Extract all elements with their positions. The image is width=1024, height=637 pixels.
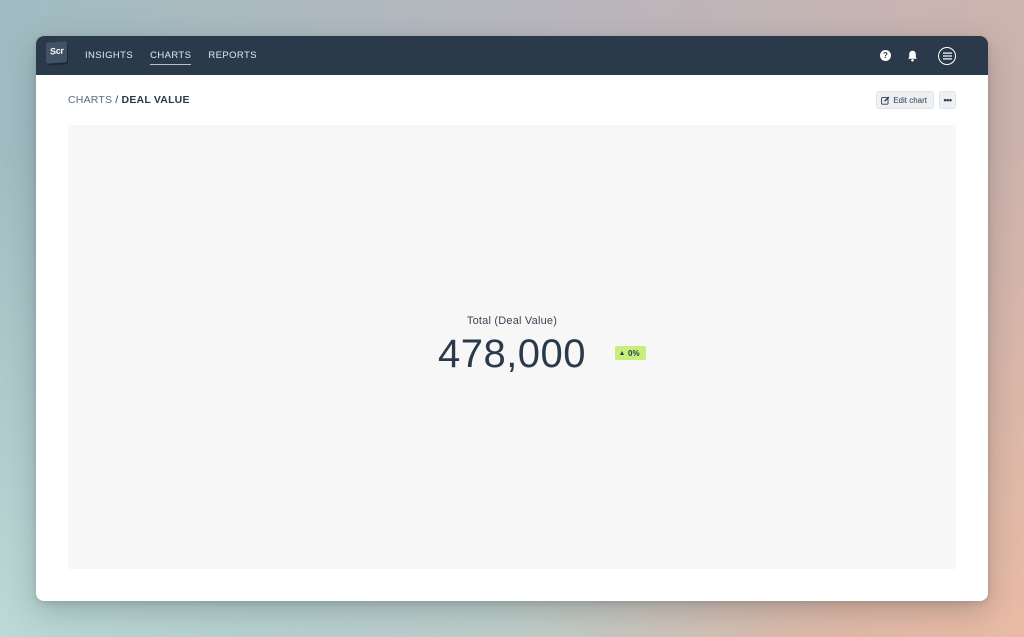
nav-links: INSIGHTS CHARTS REPORTS xyxy=(85,36,274,75)
app-logo-text: Scr xyxy=(50,45,64,57)
arrow-up-icon xyxy=(620,351,624,355)
page-header: CHARTS / DEAL VALUE Edit chart ••• xyxy=(68,91,956,111)
kpi-value: 478,000 xyxy=(437,332,587,376)
breadcrumb-parent-link[interactable]: CHARTS xyxy=(68,94,112,106)
more-options-icon: ••• xyxy=(943,95,952,105)
kpi-change-badge: 0% xyxy=(615,346,646,360)
app-window: Scr INSIGHTS CHARTS REPORTS ? CHARTS / D… xyxy=(36,36,988,601)
breadcrumb: CHARTS / DEAL VALUE xyxy=(68,94,190,106)
nav-item-charts[interactable]: CHARTS xyxy=(150,46,192,65)
breadcrumb-current: DEAL VALUE xyxy=(121,94,190,106)
kpi-row: 478,000 0% xyxy=(68,332,956,376)
app-logo[interactable]: Scr xyxy=(46,41,67,64)
help-icon[interactable]: ? xyxy=(880,50,891,61)
top-navigation-bar: Scr INSIGHTS CHARTS REPORTS ? xyxy=(36,36,988,75)
header-actions: Edit chart ••• xyxy=(876,91,956,109)
nav-item-insights[interactable]: INSIGHTS xyxy=(85,46,133,65)
menu-icon[interactable] xyxy=(938,46,956,65)
edit-chart-button[interactable]: Edit chart xyxy=(876,91,934,109)
kpi-widget: Total (Deal Value) 478,000 0% xyxy=(68,315,956,376)
kpi-label: Total (Deal Value) xyxy=(466,315,558,327)
edit-chart-label: Edit chart xyxy=(893,95,927,105)
more-options-button[interactable]: ••• xyxy=(939,91,956,109)
chart-panel: Total (Deal Value) 478,000 0% xyxy=(68,125,956,569)
breadcrumb-separator: / xyxy=(112,94,122,106)
nav-right-icons: ? xyxy=(880,36,956,75)
kpi-change-value: 0% xyxy=(628,348,640,358)
nav-item-reports[interactable]: REPORTS xyxy=(208,46,257,65)
edit-icon xyxy=(881,96,890,105)
bell-icon[interactable] xyxy=(906,50,918,62)
